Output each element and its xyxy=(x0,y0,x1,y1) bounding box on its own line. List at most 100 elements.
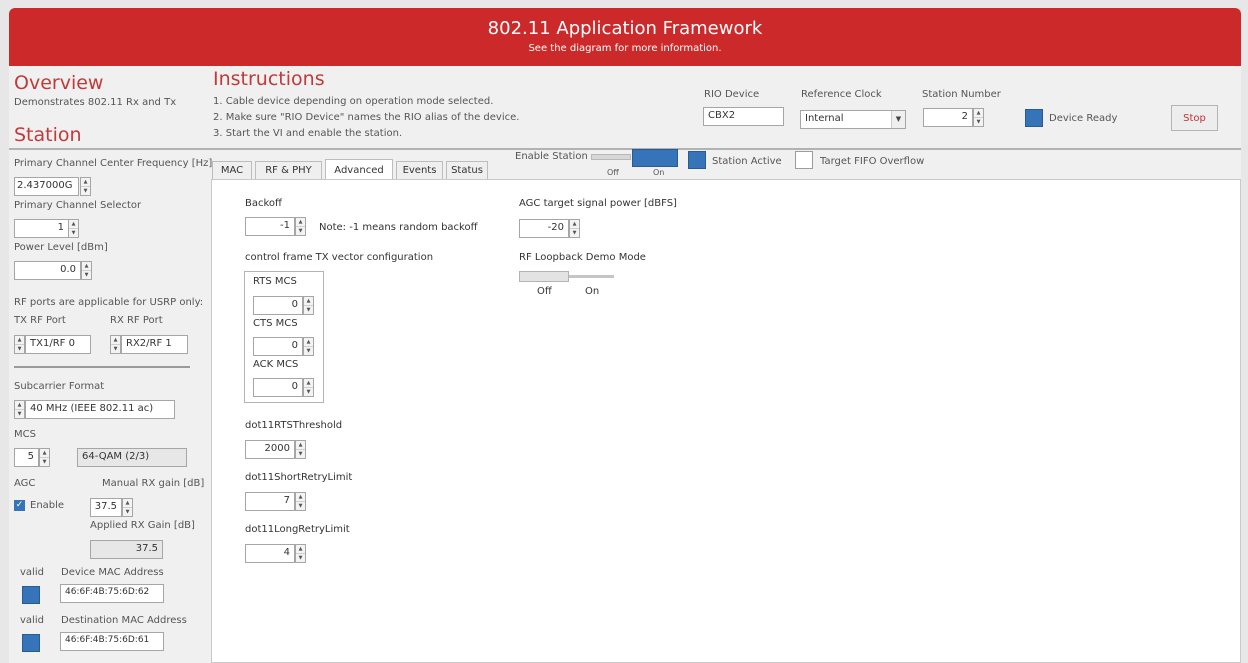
short-retry-label: dot11ShortRetryLimit xyxy=(245,472,353,483)
control-frame-label: control frame TX vector configuration xyxy=(245,252,434,263)
rts-threshold-label: dot11RTSThreshold xyxy=(245,420,343,431)
enable-off-label: Off xyxy=(607,168,619,177)
mcs-stepper[interactable]: ▲ ▼ xyxy=(39,448,50,467)
target-fifo-led xyxy=(795,151,813,169)
enable-on-label: On xyxy=(653,168,665,177)
station-divider xyxy=(14,366,190,368)
tab-status[interactable]: Status xyxy=(446,161,488,180)
device-mac-label: Device MAC Address xyxy=(61,567,164,578)
agc-target-stepper[interactable]: ▲ ▼ xyxy=(569,219,580,238)
cts-mcs-input[interactable]: 0 xyxy=(253,337,303,356)
mcs-label: MCS xyxy=(14,429,36,440)
primary-freq-input[interactable]: 2.437000G xyxy=(14,177,79,196)
agc-label: AGC xyxy=(14,478,36,489)
subcarrier-format-stepper[interactable]: ▲ ▼ xyxy=(14,400,25,419)
overview-title: Overview xyxy=(14,72,104,94)
device-mac-input[interactable]: 46:6F:4B:75:6D:62 xyxy=(60,584,164,603)
ack-mcs-input[interactable]: 0 xyxy=(253,378,303,397)
rts-threshold-stepper[interactable]: ▲ ▼ xyxy=(295,440,306,459)
agc-enable-checkbox[interactable]: ✓ xyxy=(14,500,25,511)
ack-mcs-stepper[interactable]: ▲ ▼ xyxy=(303,378,314,397)
rx-rf-port-input[interactable]: RX2/RF 1 xyxy=(121,335,188,354)
tab-advanced[interactable]: Advanced xyxy=(325,159,393,180)
rts-mcs-stepper[interactable]: ▲ ▼ xyxy=(303,296,314,315)
backoff-note: Note: -1 means random backoff xyxy=(319,222,478,233)
mcs-input[interactable]: 5 xyxy=(14,448,39,467)
backoff-label: Backoff xyxy=(245,198,282,209)
power-level-input[interactable]: 0.0 xyxy=(14,261,81,280)
tab-mac[interactable]: MAC xyxy=(212,161,252,180)
instruction-step-2: 2. Make sure "RIO Device" names the RIO … xyxy=(213,112,520,123)
overview-description: Demonstrates 802.11 Rx and Tx xyxy=(14,97,177,108)
primary-selector-stepper[interactable]: ▲ ▼ xyxy=(68,219,79,238)
applied-rx-gain-value: 37.5 xyxy=(90,540,163,559)
device-mac-valid-led xyxy=(22,586,40,604)
rts-threshold-input[interactable]: 2000 xyxy=(245,440,295,459)
tx-rf-port-input[interactable]: TX1/RF 0 xyxy=(25,335,91,354)
reference-clock-value: Internal xyxy=(805,113,844,124)
rf-loopback-track[interactable] xyxy=(569,275,614,278)
device-mac-valid-label: valid xyxy=(20,567,44,578)
power-level-label: Power Level [dBm] xyxy=(14,242,108,253)
rio-device-input[interactable]: CBX2 xyxy=(703,107,784,126)
stop-button[interactable]: Stop xyxy=(1171,105,1218,131)
primary-selector-label: Primary Channel Selector xyxy=(14,200,142,211)
power-level-stepper[interactable]: ▲ ▼ xyxy=(81,261,92,280)
long-retry-input[interactable]: 4 xyxy=(245,544,295,563)
manual-rx-gain-stepper[interactable]: ▲ ▼ xyxy=(122,498,133,517)
reference-clock-label: Reference Clock xyxy=(801,89,882,100)
destination-mac-valid-label: valid xyxy=(20,615,44,626)
rf-loopback-switch[interactable] xyxy=(519,271,569,282)
rx-rf-port-stepper[interactable]: ▲ ▼ xyxy=(110,335,121,354)
long-retry-label: dot11LongRetryLimit xyxy=(245,524,350,535)
primary-freq-label: Primary Channel Center Frequency [Hz] xyxy=(14,158,213,169)
destination-mac-valid-led xyxy=(22,634,40,652)
backoff-input[interactable]: -1 xyxy=(245,217,295,236)
station-number-input[interactable]: 2 xyxy=(923,108,973,127)
rf-loopback-off-label: Off xyxy=(537,286,552,297)
cts-mcs-stepper[interactable]: ▲ ▼ xyxy=(303,337,314,356)
backoff-stepper[interactable]: ▲ ▼ xyxy=(295,217,306,236)
target-fifo-label: Target FIFO Overflow xyxy=(820,156,925,167)
station-number-label: Station Number xyxy=(922,89,1001,100)
mcs-description: 64-QAM (2/3) xyxy=(77,448,187,467)
agc-target-input[interactable]: -20 xyxy=(519,219,569,238)
station-active-label: Station Active xyxy=(712,156,782,167)
tab-events[interactable]: Events xyxy=(396,161,443,180)
short-retry-stepper[interactable]: ▲ ▼ xyxy=(295,492,306,511)
primary-freq-stepper[interactable]: ▲ ▼ xyxy=(80,177,91,196)
subcarrier-format-label: Subcarrier Format xyxy=(14,381,105,392)
rf-ports-note: RF ports are applicable for USRP only: xyxy=(14,297,204,308)
applied-rx-gain-label: Applied RX Gain [dB] xyxy=(90,520,195,531)
cts-mcs-label: CTS MCS xyxy=(253,318,298,329)
app-subtitle: See the diagram for more information. xyxy=(528,43,722,54)
rio-device-label: RIO Device xyxy=(704,89,760,100)
long-retry-stepper[interactable]: ▲ ▼ xyxy=(295,544,306,563)
rts-mcs-input[interactable]: 0 xyxy=(253,296,303,315)
destination-mac-input[interactable]: 46:6F:4B:75:6D:61 xyxy=(60,632,164,651)
tab-rf-phy[interactable]: RF & PHY xyxy=(255,161,322,180)
instruction-step-3: 3. Start the VI and enable the station. xyxy=(213,128,403,139)
section-divider xyxy=(9,148,1241,150)
tx-rf-port-stepper[interactable]: ▲ ▼ xyxy=(14,335,25,354)
manual-rx-gain-label: Manual RX gain [dB] xyxy=(102,478,205,489)
station-title: Station xyxy=(14,124,82,146)
app-header: 802.11 Application Framework See the dia… xyxy=(9,8,1241,68)
agc-target-label: AGC target signal power [dBFS] xyxy=(519,198,677,209)
instruction-step-1: 1. Cable device depending on operation m… xyxy=(213,96,494,107)
enable-station-switch[interactable] xyxy=(632,149,678,167)
station-active-led xyxy=(688,151,706,169)
tx-rf-port-label: TX RF Port xyxy=(14,315,66,326)
rf-loopback-label: RF Loopback Demo Mode xyxy=(519,252,646,263)
subcarrier-format-input[interactable]: 40 MHz (IEEE 802.11 ac) xyxy=(25,400,175,419)
rts-mcs-label: RTS MCS xyxy=(253,276,297,287)
app-title: 802.11 Application Framework xyxy=(487,18,763,39)
manual-rx-gain-input[interactable]: 37.5 xyxy=(90,498,122,517)
chevron-down-icon[interactable]: ▼ xyxy=(891,111,905,128)
station-number-stepper[interactable]: ▲ ▼ xyxy=(973,108,984,127)
short-retry-input[interactable]: 7 xyxy=(245,492,295,511)
primary-selector-input[interactable]: 1 xyxy=(14,219,69,238)
destination-mac-label: Destination MAC Address xyxy=(61,615,187,626)
enable-station-track[interactable] xyxy=(591,154,631,160)
enable-station-label: Enable Station xyxy=(515,151,588,162)
